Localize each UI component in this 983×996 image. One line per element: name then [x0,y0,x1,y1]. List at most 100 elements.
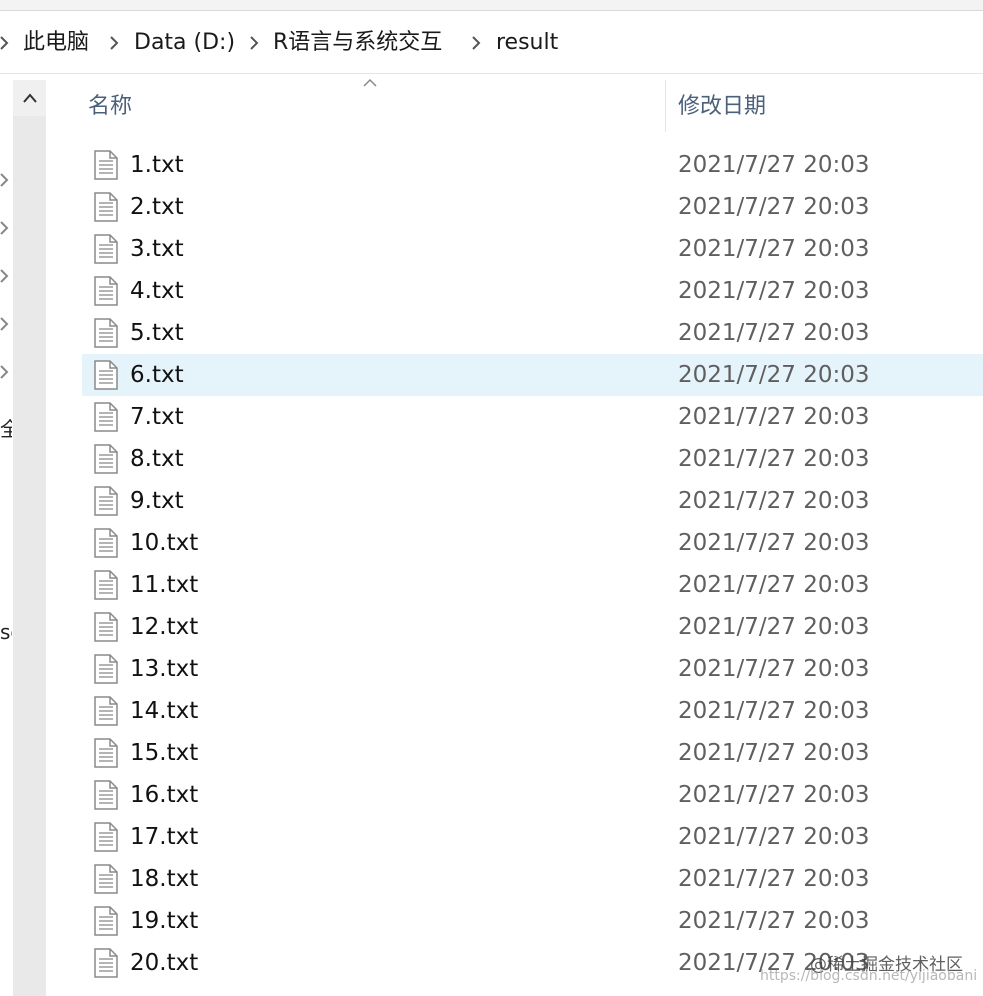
breadcrumb-r-folder[interactable]: R语言与系统交互 [273,29,442,57]
text-file-icon [94,570,118,600]
file-name[interactable]: 8.txt [130,443,184,475]
file-modified-date: 2021/7/27 20:03 [678,656,870,682]
file-row[interactable]: 16.txt 2021/7/27 20:03 [82,774,983,816]
file-name[interactable]: 20.txt [130,947,198,979]
text-file-icon [94,822,118,852]
file-modified-date: 2021/7/27 20:03 [678,698,870,724]
text-file-icon [94,906,118,936]
file-list-view[interactable]: 名称 修改日期 1.txt 2021/7/27 20:03 2.txt 2021/7/… [50,74,983,996]
file-name[interactable]: 2.txt [130,191,184,223]
text-file-icon [94,780,118,810]
file-modified-date: 2021/7/27 20:03 [678,488,870,514]
chevron-right-icon[interactable] [468,34,486,52]
file-name[interactable]: 18.txt [130,863,198,895]
text-file-icon [94,276,118,306]
breadcrumb-data-drive[interactable]: Data (D:) [134,29,235,57]
text-file-icon [94,696,118,726]
file-modified-date: 2021/7/27 20:03 [678,152,870,178]
expand-arrow-icon[interactable] [0,317,10,331]
text-file-icon [94,654,118,684]
file-name[interactable]: 17.txt [130,821,198,853]
watermark-url: https://blog.csdn.net/yijiaobani [760,968,978,984]
chevron-right-icon[interactable] [106,34,124,52]
file-name[interactable]: 4.txt [130,275,184,307]
file-name[interactable]: 6.txt [130,359,184,391]
column-divider[interactable] [665,80,666,132]
chevron-right-icon[interactable] [0,34,14,52]
file-name[interactable]: 12.txt [130,611,198,643]
file-row[interactable]: 12.txt 2021/7/27 20:03 [82,606,983,648]
breadcrumb-result[interactable]: result [496,29,558,57]
text-file-icon [94,192,118,222]
text-file-icon [94,486,118,516]
text-file-icon [94,864,118,894]
nav-item-label[interactable]: sc [0,620,12,644]
file-name[interactable]: 14.txt [130,695,198,727]
file-row[interactable]: 10.txt 2021/7/27 20:03 [82,522,983,564]
nav-item-label[interactable]: 全部 [0,413,12,442]
file-name[interactable]: 15.txt [130,737,198,769]
text-file-icon [94,612,118,642]
file-name[interactable]: 19.txt [130,905,198,937]
sort-ascending-icon [363,78,377,87]
file-modified-date: 2021/7/27 20:03 [678,782,870,808]
file-row[interactable]: 5.txt 2021/7/27 20:03 [82,312,983,354]
chevron-up-icon [23,93,37,103]
file-modified-date: 2021/7/27 20:03 [678,194,870,220]
file-row[interactable]: 19.txt 2021/7/27 20:03 [82,900,983,942]
text-file-icon [94,150,118,180]
text-file-icon [94,444,118,474]
chevron-right-icon[interactable] [246,34,264,52]
column-header-name[interactable]: 名称 [88,92,132,122]
file-name[interactable]: 7.txt [130,401,184,433]
text-file-icon [94,948,118,978]
file-row[interactable]: 3.txt 2021/7/27 20:03 [82,228,983,270]
file-row[interactable]: 7.txt 2021/7/27 20:03 [82,396,983,438]
file-modified-date: 2021/7/27 20:03 [678,866,870,892]
file-modified-date: 2021/7/27 20:03 [678,908,870,934]
file-modified-date: 2021/7/27 20:03 [678,446,870,472]
file-modified-date: 2021/7/27 20:03 [678,236,870,262]
file-row[interactable]: 2.txt 2021/7/27 20:03 [82,186,983,228]
text-file-icon [94,402,118,432]
file-modified-date: 2021/7/27 20:03 [678,320,870,346]
file-name[interactable]: 11.txt [130,569,198,601]
expand-arrow-icon[interactable] [0,173,10,187]
window-top-edge [0,0,983,11]
file-row[interactable]: 8.txt 2021/7/27 20:03 [82,438,983,480]
text-file-icon [94,234,118,264]
expand-arrow-icon[interactable] [0,269,10,283]
nav-scrollbar[interactable] [13,80,46,996]
expand-arrow-icon[interactable] [0,365,10,379]
file-row[interactable]: 18.txt 2021/7/27 20:03 [82,858,983,900]
file-name[interactable]: 13.txt [130,653,198,685]
text-file-icon [94,318,118,348]
file-row[interactable]: 1.txt 2021/7/27 20:03 [82,144,983,186]
file-row[interactable]: 9.txt 2021/7/27 20:03 [82,480,983,522]
file-row[interactable]: 4.txt 2021/7/27 20:03 [82,270,983,312]
text-file-icon [94,360,118,390]
file-name[interactable]: 3.txt [130,233,184,265]
file-modified-date: 2021/7/27 20:03 [678,572,870,598]
file-name[interactable]: 1.txt [130,149,184,181]
address-bar[interactable]: 此电脑 Data (D:) R语言与系统交互 result [0,11,983,74]
file-modified-date: 2021/7/27 20:03 [678,278,870,304]
column-header-modified[interactable]: 修改日期 [678,92,766,122]
file-modified-date: 2021/7/27 20:03 [678,362,870,388]
file-row[interactable]: 11.txt 2021/7/27 20:03 [82,564,983,606]
nav-scroll-up-button[interactable] [13,80,46,116]
file-row[interactable]: 14.txt 2021/7/27 20:03 [82,690,983,732]
file-name[interactable]: 16.txt [130,779,198,811]
text-file-icon [94,528,118,558]
expand-arrow-icon[interactable] [0,221,10,235]
file-row[interactable]: 6.txt 2021/7/27 20:03 [82,354,983,396]
file-row[interactable]: 17.txt 2021/7/27 20:03 [82,816,983,858]
file-row[interactable]: 13.txt 2021/7/27 20:03 [82,648,983,690]
file-name[interactable]: 5.txt [130,317,184,349]
file-name[interactable]: 10.txt [130,527,198,559]
file-name[interactable]: 9.txt [130,485,184,517]
file-modified-date: 2021/7/27 20:03 [678,614,870,640]
file-modified-date: 2021/7/27 20:03 [678,404,870,430]
file-row[interactable]: 15.txt 2021/7/27 20:03 [82,732,983,774]
breadcrumb-this-pc[interactable]: 此电脑 [23,29,89,57]
